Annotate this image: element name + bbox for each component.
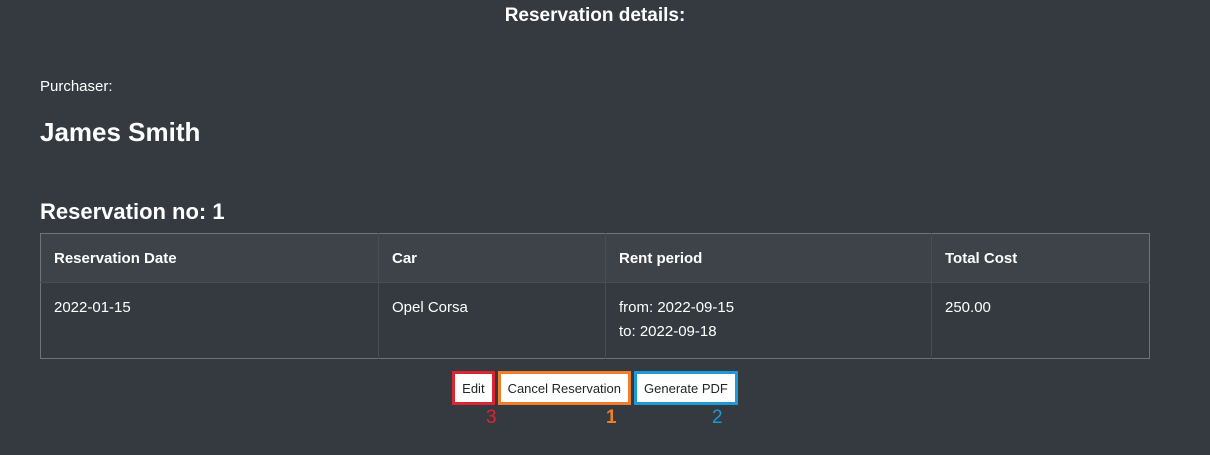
cell-car: Opel Corsa xyxy=(378,282,606,359)
reservation-heading: Reservation no: 1 xyxy=(40,199,225,224)
reservation-table: Reservation Date Car Rent period Total C… xyxy=(40,233,1150,359)
header-car: Car xyxy=(378,233,606,283)
page-title: Reservation details: xyxy=(504,5,686,26)
edit-annotation-marker: 3 xyxy=(486,407,497,428)
table-row: 2022-01-15 Opel Corsa from: 2022-09-15 t… xyxy=(40,282,1150,359)
cell-reservation-date: 2022-01-15 xyxy=(40,282,379,359)
action-buttons: Edit Cancel Reservation Generate PDF xyxy=(0,371,1190,405)
table-header-row: Reservation Date Car Rent period Total C… xyxy=(40,233,1150,283)
rent-period-to: to: 2022-09-18 xyxy=(619,323,717,340)
purchaser-name: James Smith xyxy=(40,117,201,147)
generate-pdf-button[interactable]: Generate PDF xyxy=(634,371,738,405)
header-total-cost: Total Cost xyxy=(931,233,1150,283)
purchaser-label: Purchaser: xyxy=(40,78,113,95)
cancel-reservation-button[interactable]: Cancel Reservation xyxy=(497,371,632,405)
cell-rent-period: from: 2022-09-15 to: 2022-09-18 xyxy=(605,282,932,359)
cell-total-cost: 250.00 xyxy=(945,299,991,316)
header-rent-period: Rent period xyxy=(605,233,932,283)
cancel-annotation-marker: 1 xyxy=(606,407,617,428)
edit-button[interactable]: Edit xyxy=(452,371,495,405)
pdf-annotation-marker: 2 xyxy=(712,407,723,428)
header-reservation-date: Reservation Date xyxy=(40,233,379,283)
rent-period-from: from: 2022-09-15 xyxy=(619,299,735,316)
reservation-details-page: Reservation details: Purchaser: James Sm… xyxy=(0,0,1210,455)
